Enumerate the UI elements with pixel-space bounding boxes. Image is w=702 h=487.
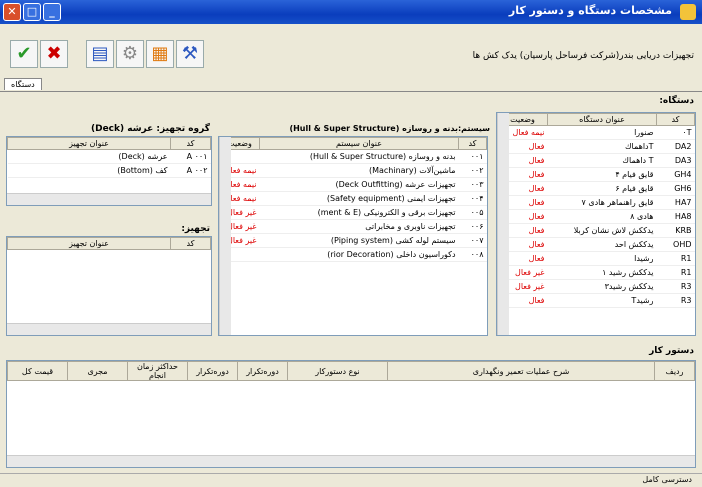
table-row[interactable]: ۰T صنورا نیمه فعال [497, 125, 695, 140]
status-text: دسترسی کامل [642, 475, 692, 484]
table-row[interactable]: ۰۰۱ بدنه و روسازه (Hull & Super Structure… [219, 149, 487, 164]
table-row[interactable]: DA3 T داهماك فعال [497, 153, 695, 168]
col-code[interactable]: کد [656, 113, 695, 126]
cancel-button[interactable]: ✖ [40, 40, 68, 68]
groups-label: گروه تجهیز: عرشه (Deck) [90, 124, 210, 134]
table-row[interactable]: DA2 Tداهماك فعال [497, 139, 695, 154]
table-row[interactable]: R3 رشیدT فعال [497, 293, 695, 308]
col-name[interactable]: عنوان سیستم [259, 137, 459, 150]
equipment-scrollbar[interactable] [7, 323, 211, 335]
col-executor[interactable]: مجری [67, 361, 128, 381]
equipment-table: کد عنوان تجهیز [6, 236, 212, 336]
devices-table: کد عنوان دستگاه وضعیت ۰T صنورا نیمه فعال D… [496, 112, 696, 336]
workorders-table: ردیف شرح عملیات تعمیر ونگهداری نوع دستور… [6, 360, 696, 468]
table-row[interactable]: ۰۰۸ دکوراسیون داخلی (rior Decoration) [219, 247, 487, 262]
window-title: مشخصات دستگاه و دستور کار [508, 4, 672, 17]
equipment-label: تجهیز: [181, 224, 210, 234]
col-period2[interactable]: دوره‌تکرار [187, 361, 238, 381]
systems-scrollbar[interactable] [219, 137, 231, 335]
systems-table: کد عنوان سیستم وضعیت ۰۰۱ بدنه و روسازه (H… [218, 136, 488, 336]
col-code[interactable]: کد [458, 137, 487, 150]
table-row[interactable]: A ۰۰۲ کف (Bottom) [7, 163, 211, 178]
table-row[interactable]: OHD یدککش احد فعال [497, 237, 695, 252]
confirm-button[interactable]: ✔ [10, 40, 38, 68]
groups-scrollbar[interactable] [7, 193, 211, 205]
minimize-window-button[interactable]: _ [43, 3, 61, 21]
table-row[interactable]: ۰۰۷ سیستم لوله کشی (Piping system) غیر فعا… [219, 233, 487, 248]
toolbar: ✔ ✖ ▤ ⚙ ▦ ⚒ تجهیزات دریایی بندر(شرکت فرس… [0, 24, 702, 74]
table-row[interactable]: ۰۰۶ تجهیزات ناوبری و مخابراتی غیر فعال [219, 219, 487, 234]
devices-scrollbar[interactable] [497, 113, 509, 335]
report-icon[interactable]: ▦ [146, 40, 174, 68]
tools-icon[interactable]: ⚒ [176, 40, 204, 68]
col-type[interactable]: نوع دستورکار [287, 361, 388, 381]
col-total[interactable]: قیمت کل [7, 361, 68, 381]
systems-label: سیستم:بدنه و روسازه (Hull & Super Struct… [289, 124, 490, 133]
tab-device[interactable]: دستگاه [4, 78, 42, 90]
workorders-scrollbar[interactable] [7, 455, 695, 467]
table-row[interactable]: HA7 قایق راهنماهر هادی ۷ فعال [497, 195, 695, 210]
table-row[interactable]: R3 یدککش رشید۳ غیر فعال [497, 279, 695, 294]
col-maxtime[interactable]: حداکثر زمان انجام [127, 361, 188, 381]
col-name[interactable]: عنوان تجهیز [7, 137, 171, 150]
col-row[interactable]: ردیف [654, 361, 695, 381]
maximize-window-button[interactable]: □ [23, 3, 41, 21]
close-window-button[interactable]: ✕ [3, 3, 21, 21]
page-subtitle: تجهیزات دریایی بندر(شرکت فرساحل پارسیان)… [472, 51, 694, 61]
app-icon [680, 4, 696, 20]
table-row[interactable]: ۰۰۲ ماشین‌آلات (Machinary) نیمه فعال [219, 163, 487, 178]
table-row[interactable]: HA8 هادی ۸ فعال [497, 209, 695, 224]
new-document-icon[interactable]: ▤ [86, 40, 114, 68]
table-row[interactable]: R1 یدککش رشید ۱ غیر فعال [497, 265, 695, 280]
table-row[interactable]: A ۰۰۱ عرشه (Deck) [7, 149, 211, 164]
col-code[interactable]: کد [170, 237, 211, 250]
table-row[interactable]: ۰۰۳ تجهیزات عرشه (Deck Outfitting) نیمه فع… [219, 177, 487, 192]
table-row[interactable]: R1 رشیدا فعال [497, 251, 695, 266]
col-code[interactable]: کد [170, 137, 211, 150]
devices-label: دستگاه: [659, 96, 694, 106]
table-row[interactable]: ۰۰۵ تجهیزات برقی و الکترونیکی (ment & E) غ… [219, 205, 487, 220]
settings-icon[interactable]: ⚙ [116, 40, 144, 68]
col-name[interactable]: عنوان دستگاه [547, 113, 657, 126]
groups-table: کد عنوان تجهیز A ۰۰۱ عرشه (Deck) A ۰۰۲ کف … [6, 136, 212, 206]
tab-strip: دستگاه [0, 78, 702, 92]
col-desc[interactable]: شرح عملیات تعمیر ونگهداری [387, 361, 655, 381]
table-row[interactable]: ۰۰۴ تجهیزات ایمنی (Safety equipment) نیمه … [219, 191, 487, 206]
status-bar: دسترسی کامل [0, 473, 702, 487]
table-row[interactable]: GH6 قایق فیام ۶ فعال [497, 181, 695, 196]
col-period[interactable]: دوره‌تکرار [237, 361, 288, 381]
col-name[interactable]: عنوان تجهیز [7, 237, 171, 250]
title-bar: مشخصات دستگاه و دستور کار ✕ □ _ [0, 0, 702, 24]
table-row[interactable]: GH4 قایق فیام ۴ فعال [497, 167, 695, 182]
table-row[interactable]: KRB یدککش لاش نشان کربلا فعال [497, 223, 695, 238]
workorders-label: دستور کار [649, 346, 694, 356]
